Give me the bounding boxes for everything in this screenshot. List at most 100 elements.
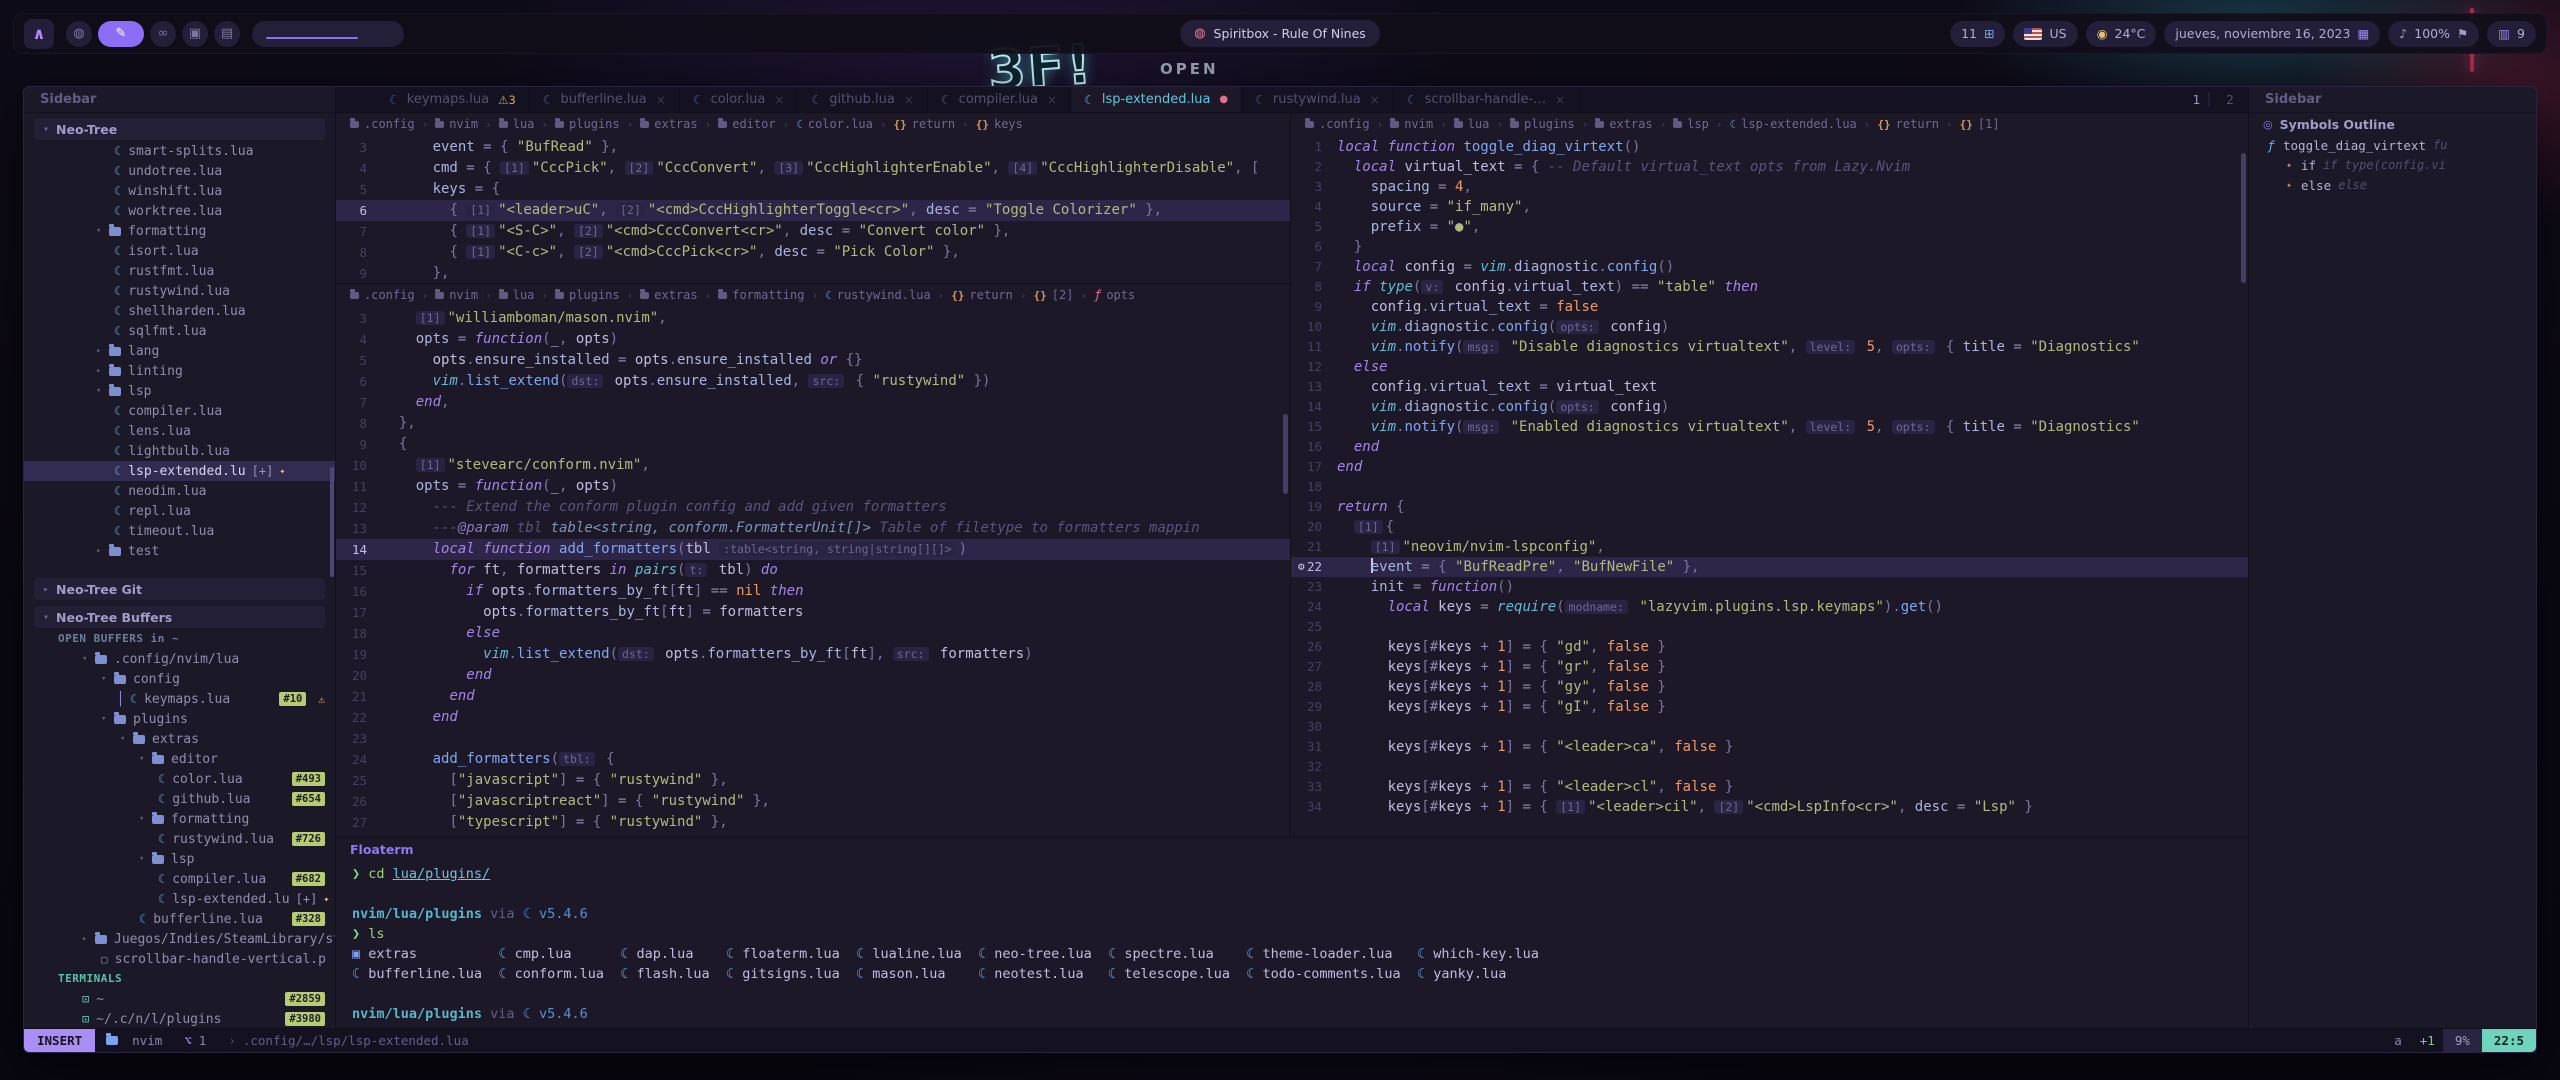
tree-item[interactable]: ☾repl.lua xyxy=(24,501,335,521)
breadcrumb-item[interactable]: plugins xyxy=(1510,117,1575,131)
tree-item[interactable]: ▾formatting xyxy=(24,809,335,829)
code-line[interactable]: 10 vim.diagnostic.config(opts: config) xyxy=(1291,317,2248,337)
tree-item[interactable]: ▸test xyxy=(24,541,335,561)
code-line[interactable]: 5 prefix = "●", xyxy=(1291,217,2248,237)
code-line[interactable]: 22⚙ event = { "BufReadPre", "BufNewFile"… xyxy=(1291,557,2248,577)
code-line[interactable]: 1local function toggle_diag_virtext() xyxy=(1291,137,2248,157)
breadcrumb-item[interactable]: lua xyxy=(499,117,535,131)
workspace-button[interactable]: ✎ xyxy=(98,21,144,47)
code-line[interactable]: 13 ---@param tbl table<string, conform.F… xyxy=(336,518,1290,539)
breadcrumb-item[interactable]: {}return xyxy=(951,288,1013,302)
code-line[interactable]: 3 [1]"williamboman/mason.nvim", xyxy=(336,308,1290,329)
tree-item[interactable]: ☾sqlfmt.lua xyxy=(24,321,335,341)
expander-icon[interactable]: ▸ xyxy=(82,934,95,944)
code-line[interactable]: 10 [1]"stevearc/conform.nvim", xyxy=(336,455,1290,476)
code-line[interactable]: 33 keys[#keys + 1] = { "<leader>cl", fal… xyxy=(1291,777,2248,797)
neotree-buffers-section-header[interactable]: ▾ Neo-Tree Buffers xyxy=(34,606,325,628)
breadcrumb-item[interactable]: {}keys xyxy=(976,117,1023,131)
breadcrumb-item[interactable]: plugins xyxy=(555,288,620,302)
launcher-logo-icon[interactable]: ∧ xyxy=(24,19,54,49)
breadcrumb-item[interactable]: {}[1] xyxy=(1960,117,2000,131)
code-editor[interactable]: 1local function toggle_diag_virtext()2 l… xyxy=(1291,135,2248,837)
search-input[interactable] xyxy=(252,21,404,47)
breadcrumb-item[interactable]: nvim xyxy=(435,288,478,302)
symbols-outline-header[interactable]: ◎ Symbols Outline xyxy=(2249,113,2536,135)
code-line[interactable]: 7 { [1]"<S-C>", [2]"<cmd>CccConvert<cr>"… xyxy=(336,221,1290,242)
code-editor[interactable]: 3 event = { "BufRead" },4 cmd = { [1]"Cc… xyxy=(336,135,1290,283)
workspace-button[interactable]: ▤ xyxy=(214,21,240,47)
tree-item[interactable]: ☾worktree.lua xyxy=(24,201,335,221)
tab-close-icon[interactable]: × xyxy=(1555,93,1565,107)
breadcrumb-item[interactable]: .config xyxy=(1305,117,1370,131)
code-line[interactable]: 28 keys[#keys + 1] = { "gy", false } xyxy=(1291,677,2248,697)
code-line[interactable]: 7 end, xyxy=(336,392,1290,413)
breadcrumb-item[interactable]: plugins xyxy=(555,117,620,131)
code-line[interactable]: 6 { [1]"<leader>uC", [2]"<cmd>CccHighlig… xyxy=(336,200,1290,221)
code-line[interactable]: 29 keys[#keys + 1] = { "gI", false } xyxy=(1291,697,2248,717)
code-line[interactable]: 9 config.virtual_text = false xyxy=(1291,297,2248,317)
editor-tab[interactable]: ☾github.lua× xyxy=(798,87,927,112)
breadcrumb-item[interactable]: ƒopts xyxy=(1094,288,1135,302)
scrollbar-handle[interactable] xyxy=(330,467,334,577)
tab-close-icon[interactable]: × xyxy=(774,93,784,107)
tree-item[interactable]: ▾editor xyxy=(24,749,335,769)
code-line[interactable]: 27 ["typescript"] = { "rustywind" }, xyxy=(336,812,1290,833)
breadcrumb-item[interactable]: extras xyxy=(640,288,697,302)
file-path-segment[interactable]: › .config/…/lsp/lsp-extended.lua xyxy=(217,1029,479,1052)
stack-module[interactable]: ▥ 9 xyxy=(2487,21,2536,47)
code-line[interactable]: 4 opts = function(_, opts) xyxy=(336,329,1290,350)
tree-item[interactable]: ☾rustywind.lua xyxy=(24,281,335,301)
code-line[interactable]: 24 add_formatters(tbl: { xyxy=(336,749,1290,770)
code-line[interactable]: 31 keys[#keys + 1] = { "<leader>ca", fal… xyxy=(1291,737,2248,757)
breadcrumb-item[interactable]: {}[2] xyxy=(1034,288,1074,302)
code-line[interactable]: 4 source = "if_many", xyxy=(1291,197,2248,217)
code-line[interactable]: 23 xyxy=(336,728,1290,749)
code-line[interactable]: 7 local config = vim.diagnostic.config() xyxy=(1291,257,2248,277)
tab-close-icon[interactable]: × xyxy=(904,93,914,107)
code-line[interactable]: 17 opts.formatters_by_ft[ft] = formatter… xyxy=(336,602,1290,623)
tree-item[interactable]: ☾bufferline.lua#328 xyxy=(24,909,335,929)
tree-item[interactable]: ☾lens.lua xyxy=(24,421,335,441)
expander-icon[interactable]: ▾ xyxy=(101,714,114,724)
tree-item[interactable]: ☾rustfmt.lua xyxy=(24,261,335,281)
tree-item[interactable]: ▾config xyxy=(24,669,335,689)
code-line[interactable]: 3 event = { "BufRead" }, xyxy=(336,137,1290,158)
code-line[interactable]: 26 keys[#keys + 1] = { "gd", false } xyxy=(1291,637,2248,657)
editor-tab[interactable]: ☾color.lua× xyxy=(680,87,799,112)
tree-item[interactable]: ☾timeout.lua xyxy=(24,521,335,541)
code-line[interactable]: 18 xyxy=(1291,477,2248,497)
breadcrumb-item[interactable]: .config xyxy=(350,288,415,302)
scrollbar-handle[interactable] xyxy=(2241,153,2246,283)
code-line[interactable]: 12 --- Extend the conform plugin config … xyxy=(336,497,1290,518)
code-line[interactable]: 20 [1]{ xyxy=(1291,517,2248,537)
tree-item[interactable]: ▾lsp xyxy=(24,381,335,401)
tree-item[interactable]: ☾rustywind.lua#726 xyxy=(24,829,335,849)
code-line[interactable]: 11 opts = function(_, opts) xyxy=(336,476,1290,497)
code-line[interactable]: 30 xyxy=(1291,717,2248,737)
tree-item[interactable]: ▾extras xyxy=(24,729,335,749)
breadcrumb-item[interactable]: editor xyxy=(718,117,775,131)
neotree-section-header[interactable]: ▾ Neo-Tree xyxy=(34,118,325,140)
git-branch-segment[interactable]: ⌥ 1 xyxy=(173,1029,217,1052)
code-line[interactable]: 16 end xyxy=(1291,437,2248,457)
code-line[interactable]: 16 if opts.formatters_by_ft[ft] == nil t… xyxy=(336,581,1290,602)
tree-item[interactable]: ☾winshift.lua xyxy=(24,181,335,201)
tab-page-current[interactable]: 1 xyxy=(2192,92,2200,107)
tree-item[interactable]: ▾formatting xyxy=(24,221,335,241)
expander-icon[interactable]: ▾ xyxy=(139,754,152,764)
code-editor[interactable]: 3 [1]"williamboman/mason.nvim",4 opts = … xyxy=(336,306,1290,837)
tab-close-icon[interactable]: × xyxy=(656,93,666,107)
tab-close-icon[interactable]: × xyxy=(1047,93,1057,107)
editor-tab[interactable]: ☾scrollbar-handle-…× xyxy=(1394,87,1579,112)
breadcrumb-item[interactable]: lua xyxy=(1454,117,1490,131)
expander-icon[interactable]: ▾ xyxy=(96,226,109,236)
symbol-item[interactable]: ƒtoggle_diag_virtextfu xyxy=(2249,135,2536,155)
code-line[interactable]: 8 { [1]"<C-c>", [2]"<cmd>CccPick<cr>", d… xyxy=(336,242,1290,263)
expander-icon[interactable]: ▾ xyxy=(139,854,152,864)
code-line[interactable]: 34 keys[#keys + 1] = { [1]"<leader>cil",… xyxy=(1291,797,2248,817)
terminal-output[interactable]: ❯ cd lua/plugins/nvim/lua/plugins via ☾ … xyxy=(352,864,2240,1026)
workspace-button[interactable]: ▣ xyxy=(182,21,208,47)
breadcrumb-item[interactable]: {}return xyxy=(894,117,956,131)
code-line[interactable]: 15 for ft, formatters in pairs(t: tbl) d… xyxy=(336,560,1290,581)
code-line[interactable]: 14 local function add_formatters(tbl :ta… xyxy=(336,539,1290,560)
